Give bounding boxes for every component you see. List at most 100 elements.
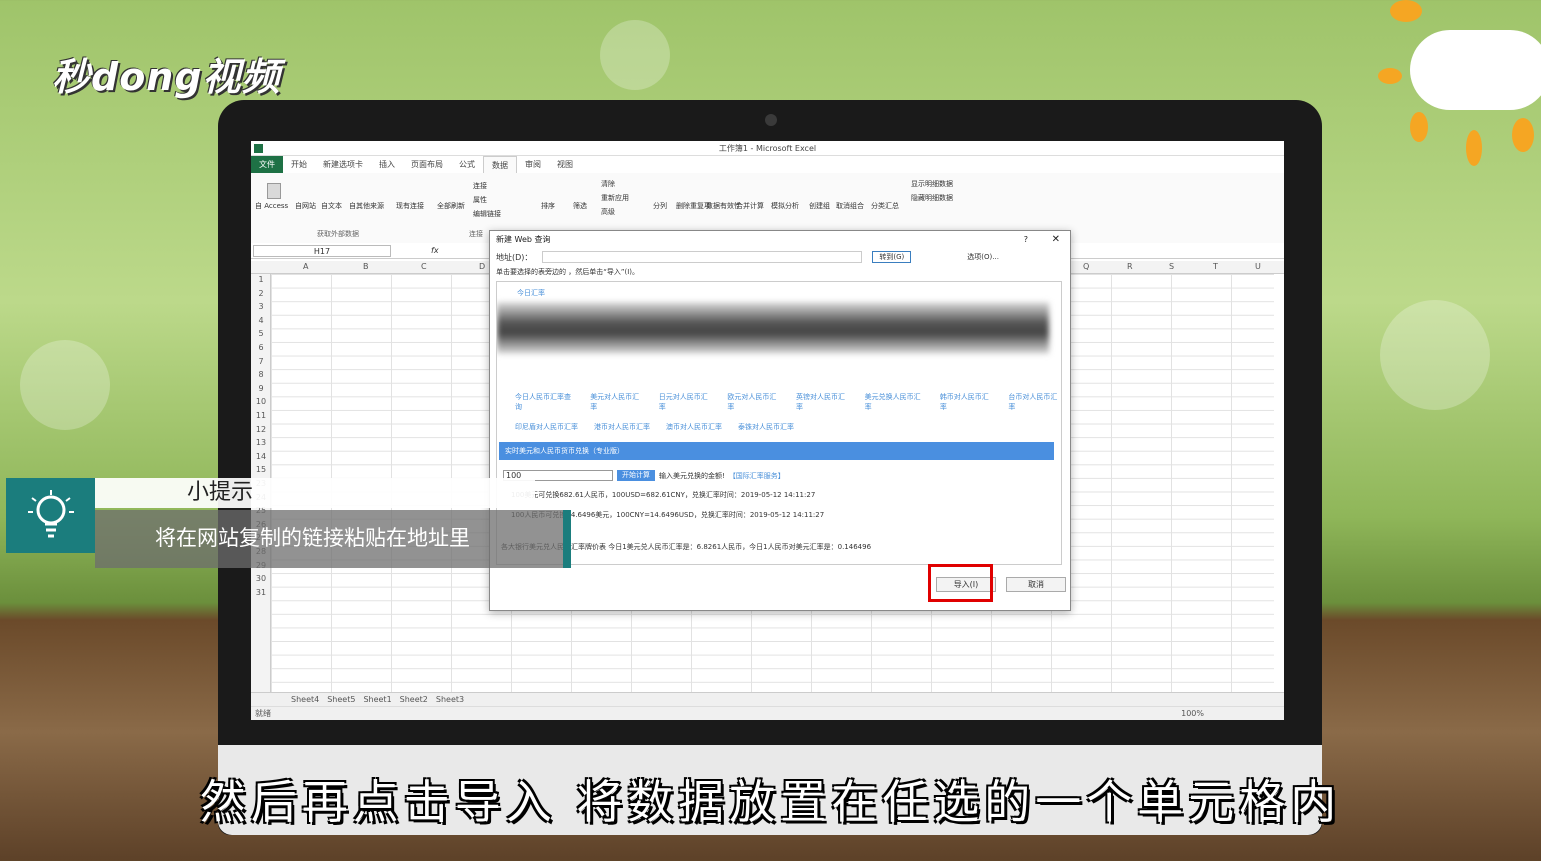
page-link[interactable]: 今日汇率 [517,288,545,298]
col-s[interactable]: S [1169,262,1174,271]
from-web-button[interactable]: 自网站 [295,201,316,211]
rate-link[interactable]: 港币对人民币汇率 [594,422,650,432]
tab-formulas[interactable]: 公式 [451,156,483,173]
address-label: 地址(D)： [496,252,533,262]
bokeh [20,340,110,430]
row-number[interactable]: 1 [251,275,271,284]
address-input[interactable] [542,251,863,263]
row-number[interactable]: 30 [251,574,271,583]
hide-detail-button[interactable]: 隐藏明细数据 [911,193,953,203]
rate-link[interactable]: 韩币对人民币汇率 [940,392,993,412]
row-number[interactable]: 4 [251,316,271,325]
row-number[interactable]: 7 [251,357,271,366]
sheet-tab[interactable]: Sheet1 [363,695,391,704]
fx-icon[interactable]: fx [431,246,439,255]
tab-data[interactable]: 数据 [483,156,517,173]
sheet-tab[interactable]: Sheet3 [436,695,464,704]
rate-link[interactable]: 美元兑换人民币汇率 [865,392,924,412]
highlight-box [928,564,993,602]
row-number[interactable]: 13 [251,438,271,447]
ungroup-button[interactable]: 取消组合 [836,201,864,211]
rate-link[interactable]: 印尼盾对人民币汇率 [515,422,578,432]
row-number[interactable]: 2 [251,289,271,298]
tab-review[interactable]: 审阅 [517,156,549,173]
row-number[interactable]: 10 [251,397,271,406]
reapply-button[interactable]: 重新应用 [601,193,629,203]
advanced-button[interactable]: 高级 [601,207,615,217]
help-icon[interactable]: ? [1024,231,1028,249]
row-number[interactable]: 3 [251,302,271,311]
col-d[interactable]: D [479,262,485,271]
options-button[interactable]: 选项(O)... [967,252,999,262]
tab-new[interactable]: 新建选项卡 [315,156,371,173]
row-number[interactable]: 6 [251,343,271,352]
subtotal-button[interactable]: 分类汇总 [871,201,899,211]
clear-button[interactable]: 清除 [601,179,615,189]
bokeh [600,20,670,90]
row-number[interactable]: 9 [251,384,271,393]
rate-link[interactable]: 美元对人民币汇率 [590,392,643,412]
text-to-columns-button[interactable]: 分列 [653,201,667,211]
refresh-all-button[interactable]: 全部刷新 [437,201,465,211]
rate-link[interactable]: 泰铢对人民币汇率 [738,422,794,432]
col-r[interactable]: R [1127,262,1133,271]
name-box[interactable]: H17 [253,244,391,257]
row-number[interactable]: 11 [251,411,271,420]
tab-home[interactable]: 开始 [283,156,315,173]
row-number[interactable]: 14 [251,452,271,461]
address-row: 地址(D)： 转到(G) 选项(O)... [490,249,1070,265]
from-access-button[interactable]: 自 Access [255,201,288,211]
consolidate-button[interactable]: 合并计算 [736,201,764,211]
sheet-tab[interactable]: Sheet2 [400,695,428,704]
ribbon-tabs: 文件 开始 新建选项卡 插入 页面布局 公式 数据 审阅 视图 [251,156,1284,173]
tab-file[interactable]: 文件 [251,156,283,173]
edit-links[interactable]: 编辑链接 [473,209,501,219]
rate-link[interactable]: 台币对人民币汇率 [1008,392,1061,412]
tab-view[interactable]: 视图 [549,156,581,173]
rate-service-link[interactable]: 【国际汇率服务】 [729,471,785,481]
existing-connections-button[interactable]: 现有连接 [396,201,424,211]
close-icon[interactable]: ✕ [1052,231,1060,249]
cancel-button[interactable]: 取消 [1006,577,1066,592]
row-number[interactable]: 8 [251,370,271,379]
col-b[interactable]: B [363,262,369,271]
rate-link[interactable]: 日元对人民币汇率 [659,392,712,412]
zoom-level[interactable]: 100% [1181,707,1204,720]
col-q[interactable]: Q [1083,262,1089,271]
sheet-tab[interactable]: Sheet5 [327,695,355,704]
tip-body: 将在网站复制的链接粘贴在地址里 [95,510,565,568]
calc-hint: 输入美元兑换的金额! [659,471,725,480]
col-c[interactable]: C [421,262,427,271]
row-number[interactable]: 5 [251,329,271,338]
cloud-decoration [1410,30,1541,110]
go-button[interactable]: 转到(G) [872,251,912,263]
connections-link[interactable]: 连接 [473,181,487,191]
rate-link[interactable]: 今日人民币汇率查询 [515,392,574,412]
from-other-button[interactable]: 自其他来源 [349,201,384,211]
subtitle: 然后再点击导入 将数据放置在任选的一个单元格内 [199,775,1342,829]
col-u[interactable]: U [1255,262,1261,271]
group-button[interactable]: 创建组 [809,201,830,211]
rate-link[interactable]: 欧元对人民币汇率 [727,392,780,412]
row-number[interactable]: 31 [251,588,271,597]
from-text-button[interactable]: 自文本 [321,201,342,211]
col-t[interactable]: T [1213,262,1218,271]
sort-button[interactable]: 排序 [541,201,555,211]
calc-button[interactable]: 开始计算 [617,470,655,481]
bokeh [1380,300,1490,410]
tab-insert[interactable]: 插入 [371,156,403,173]
sheet-tab[interactable]: Sheet4 [291,695,319,704]
brand-logo: 秒dong视频 [52,55,281,99]
properties-link[interactable]: 属性 [473,195,487,205]
row-number[interactable]: 15 [251,465,271,474]
tab-page-layout[interactable]: 页面布局 [403,156,451,173]
show-detail-button[interactable]: 显示明细数据 [911,179,953,189]
filter-button[interactable]: 筛选 [573,201,587,211]
web-query-dialog: 新建 Web 查询 ? ✕ 地址(D)： 转到(G) 选项(O)... 单击要选… [489,230,1071,611]
rate-link[interactable]: 澳币对人民币汇率 [666,422,722,432]
col-a[interactable]: A [303,262,308,271]
rate-link[interactable]: 英镑对人民币汇率 [796,392,849,412]
blurred-banner [497,302,1049,354]
what-if-button[interactable]: 模拟分析 [771,201,799,211]
row-number[interactable]: 12 [251,425,271,434]
